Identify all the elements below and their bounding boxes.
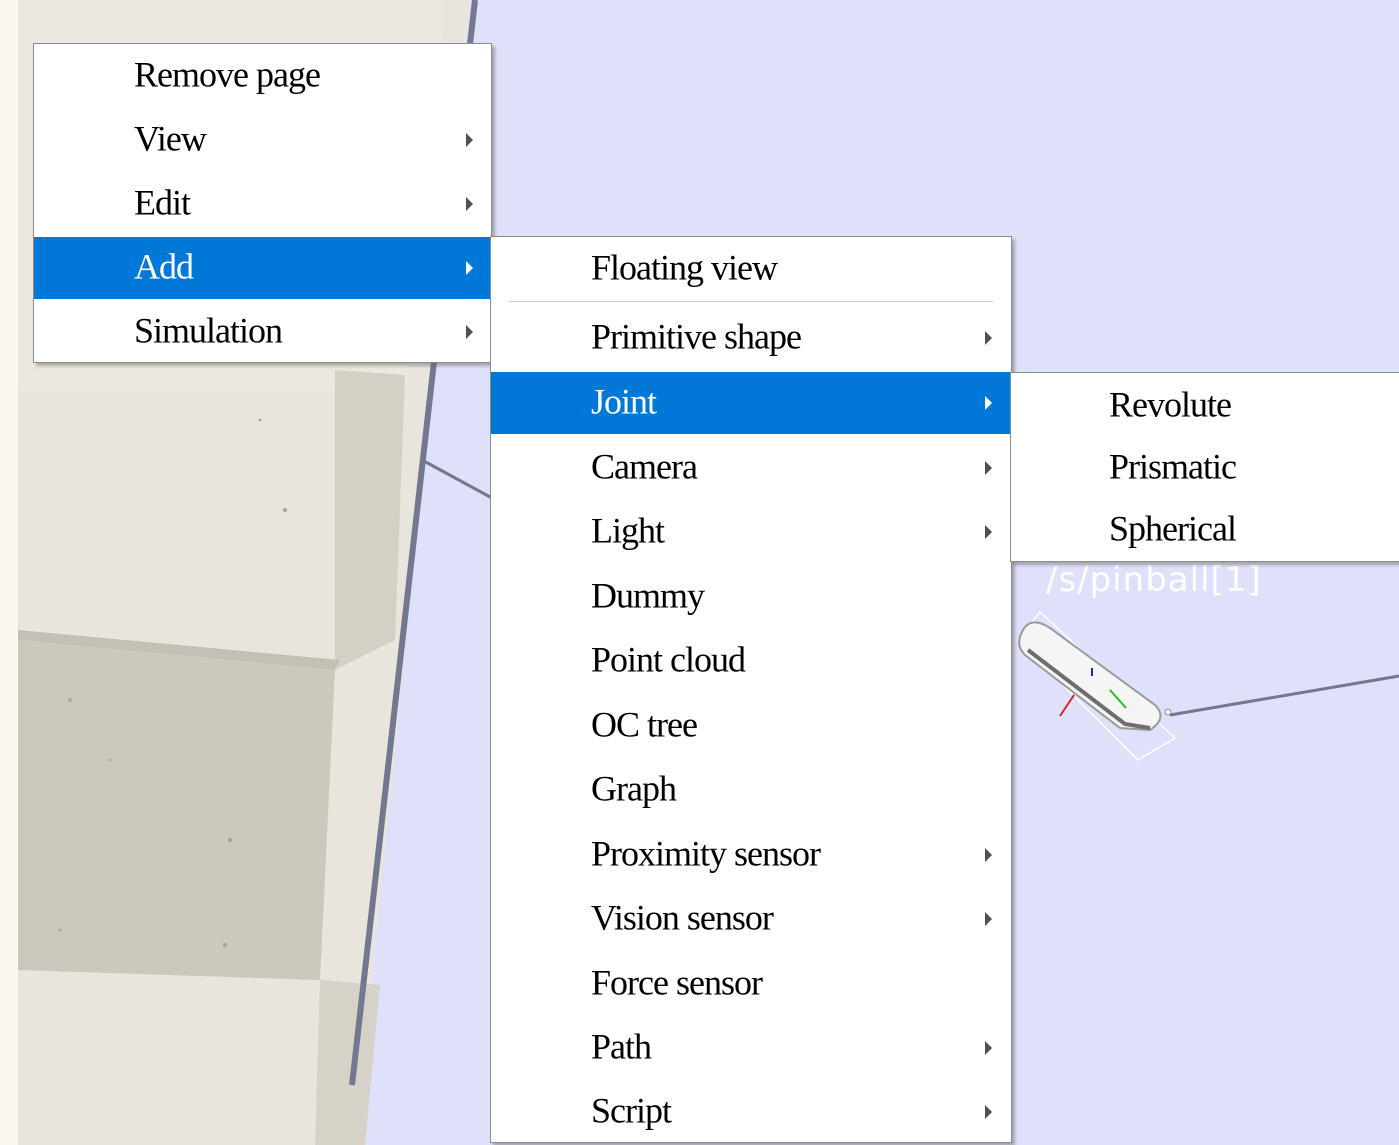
menu-item-dummy[interactable]: Dummy [491,566,1011,628]
menu-item-vision-sensor[interactable]: Vision sensor [491,888,1011,950]
menu-item-revolute[interactable]: Revolute [1011,375,1399,437]
submenu-arrow-icon [466,261,473,275]
menu-item-point-cloud[interactable]: Point cloud [491,630,1011,692]
submenu-arrow-icon [466,325,473,339]
menu-item-label: Prismatic [1109,446,1237,487]
menu-item-label: Edit [134,182,191,223]
menu-item-label: Add [134,246,194,287]
menu-item-force-sensor[interactable]: Force sensor [491,953,1011,1015]
add-submenu: Floating view Primitive shape Joint Came… [490,236,1012,1143]
menu-item-proximity-sensor[interactable]: Proximity sensor [491,824,1011,886]
menu-item-camera[interactable]: Camera [491,437,1011,499]
menu-item-label: Simulation [134,310,283,351]
submenu-arrow-icon [985,396,992,410]
menu-item-label: Primitive shape [591,316,802,357]
menu-item-label: OC tree [591,704,698,745]
menu-item-label: Light [591,510,665,551]
menu-item-label: Revolute [1109,384,1232,425]
menu-item-label: Graph [591,768,677,809]
menu-item-simulation[interactable]: Simulation [34,302,491,362]
submenu-arrow-icon [985,848,992,862]
menu-item-label: Path [591,1026,652,1067]
submenu-arrow-icon [466,133,473,147]
menu-item-view[interactable]: View [34,110,491,170]
menu-item-script[interactable]: Script [491,1082,1011,1142]
menu-item-label: Remove page [134,54,321,95]
menu-item-light[interactable]: Light [491,501,1011,563]
menu-item-edit[interactable]: Edit [34,174,491,234]
menu-separator [509,301,993,302]
menu-item-label: Spherical [1109,508,1237,549]
submenu-arrow-icon [985,1041,992,1055]
menu-item-path[interactable]: Path [491,1017,1011,1079]
menu-item-label: Floating view [591,247,778,288]
menu-item-label: Point cloud [591,639,746,680]
menu-item-label: Dummy [591,575,705,616]
menu-item-joint[interactable]: Joint [491,372,1011,434]
menu-item-primitive-shape[interactable]: Primitive shape [491,307,1011,369]
menu-item-spherical[interactable]: Spherical [1011,499,1399,561]
submenu-arrow-icon [466,197,473,211]
menu-item-prismatic[interactable]: Prismatic [1011,437,1399,499]
menu-item-floating-view[interactable]: Floating view [491,239,1011,299]
object-label: /s/pinball[1] [1046,560,1262,600]
context-menu: Remove page View Edit Add Simulation [33,43,492,363]
menu-item-remove-page[interactable]: Remove page [34,46,491,106]
menu-item-label: Force sensor [591,962,763,1003]
submenu-arrow-icon [985,461,992,475]
menu-item-label: Proximity sensor [591,833,821,874]
menu-item-label: Joint [591,381,657,422]
menu-item-oc-tree[interactable]: OC tree [491,695,1011,757]
submenu-arrow-icon [985,912,992,926]
menu-item-label: Vision sensor [591,897,774,938]
menu-item-label: View [134,118,207,159]
menu-item-label: Camera [591,446,698,487]
submenu-arrow-icon [985,1105,992,1119]
menu-item-graph[interactable]: Graph [491,759,1011,821]
submenu-arrow-icon [985,525,992,539]
menu-item-add[interactable]: Add [34,237,491,299]
menu-item-label: Script [591,1090,672,1131]
submenu-arrow-icon [985,331,992,345]
joint-submenu: Revolute Prismatic Spherical [1010,372,1399,562]
